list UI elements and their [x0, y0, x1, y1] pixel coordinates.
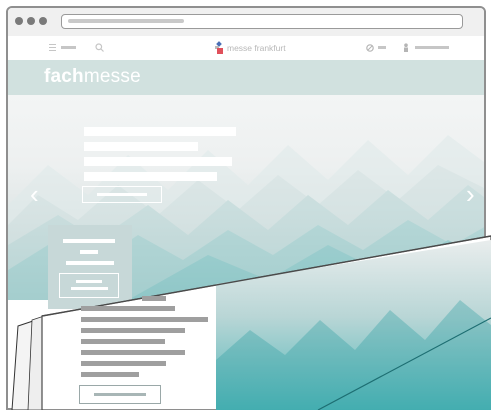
- flyer-text-line: [81, 361, 166, 366]
- flyer-text-line: [142, 296, 166, 301]
- flyer-text-line: [81, 372, 139, 377]
- flyer-text-line: [81, 339, 165, 344]
- flyer-text-line: [81, 328, 185, 333]
- flyer-text-line: [81, 306, 175, 311]
- flyer-button[interactable]: [79, 385, 161, 404]
- flyer-text-line: [81, 350, 185, 355]
- folded-flyer-illustration: [11, 235, 491, 410]
- flyer-text-line: [81, 317, 208, 322]
